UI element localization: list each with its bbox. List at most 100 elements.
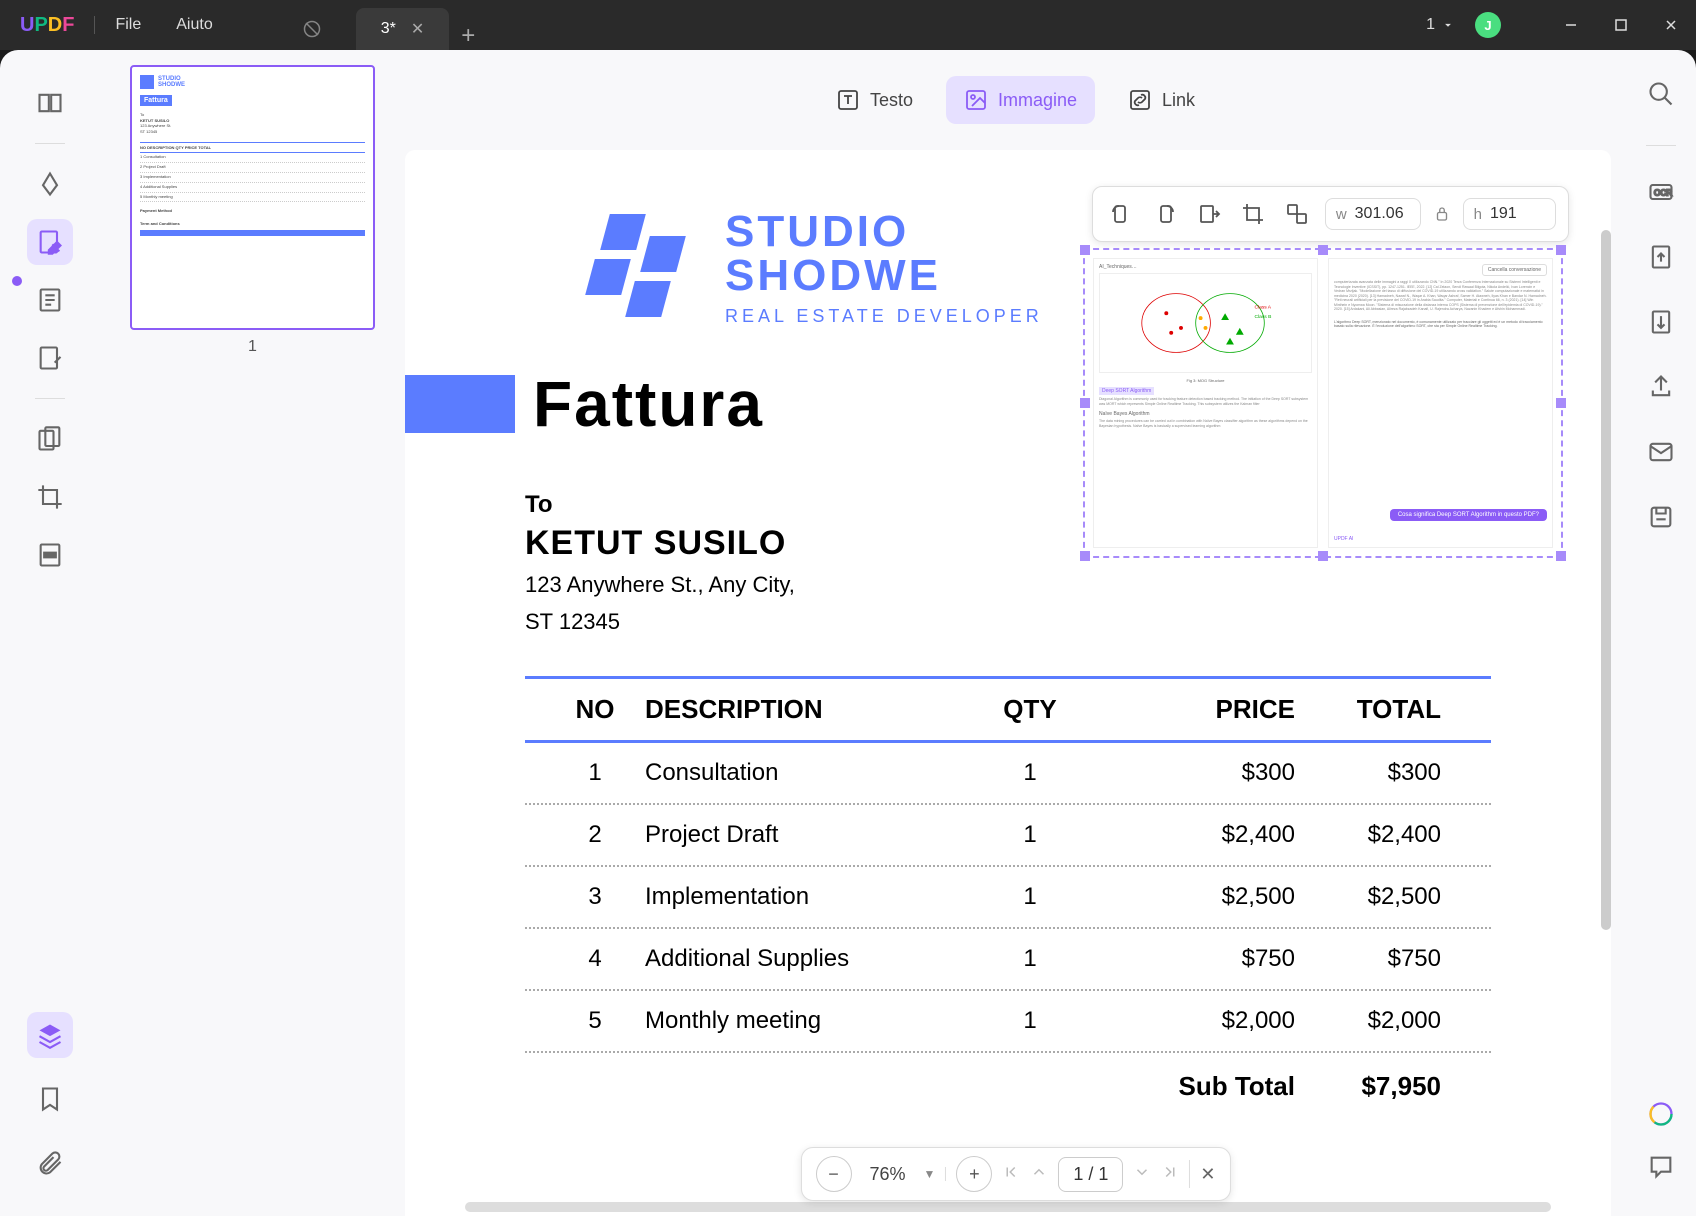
chevron-down-icon [1441,18,1455,32]
invoice-table: NO DESCRIPTION QTY PRICE TOTAL 1Consulta… [525,676,1491,1120]
replace-button[interactable] [1281,198,1313,230]
minimize-button[interactable] [1546,0,1596,50]
crop-image-button[interactable] [1237,198,1269,230]
resize-handle[interactable] [1318,245,1328,255]
compress-icon [1647,308,1675,336]
resize-handle[interactable] [1556,398,1566,408]
edit-page-icon [36,228,64,256]
compress-button[interactable] [1647,308,1675,341]
thumbnail-page[interactable]: STUDIOSHODWE Fattura ToKETUT SUSILO123 A… [130,65,375,330]
pages-tool[interactable] [27,416,73,462]
minimize-icon [1564,18,1578,32]
titlebar-right: 1 J [1426,0,1696,50]
resize-handle[interactable] [1556,551,1566,561]
resize-handle[interactable] [1080,245,1090,255]
form-icon [36,286,64,314]
to-address-1: 123 Anywhere St., Any City, [525,571,795,600]
text-tool[interactable]: Testo [818,76,931,124]
close-button[interactable] [1646,0,1696,50]
col-price: PRICE [1095,694,1295,725]
redact-tool[interactable] [27,532,73,578]
page-dropdown[interactable]: 1 [1426,16,1455,34]
menu-help[interactable]: Aiuto [176,16,212,34]
convert-button[interactable] [1647,243,1675,276]
reader-tool[interactable] [27,80,73,126]
attachment-button[interactable] [27,1140,73,1186]
first-page-button[interactable] [1002,1163,1020,1186]
tab-inactive[interactable] [278,8,356,50]
paperclip-icon [36,1149,64,1177]
image-tool[interactable]: Immagine [946,76,1095,124]
zoom-out-button[interactable]: − [815,1156,851,1192]
rotate-left-icon [1109,202,1133,226]
zoom-in-button[interactable]: + [956,1156,992,1192]
save-icon [1647,503,1675,531]
document-toolbar: Testo Immagine Link [405,50,1626,150]
svg-text:Class A: Class A [1255,304,1272,310]
ai-button[interactable] [1647,1100,1675,1128]
link-tool[interactable]: Link [1110,76,1213,124]
table-row: 1Consultation1$300$300 [525,743,1491,805]
rotate-left-button[interactable] [1105,198,1137,230]
email-button[interactable] [1647,438,1675,471]
edit-tool[interactable] [27,219,73,265]
tab-add-button[interactable]: + [461,22,475,50]
document-area: Testo Immagine Link STUDI [405,50,1626,1216]
zoom-dropdown[interactable]: ▼ [924,1167,947,1181]
title-bar [405,375,515,433]
resize-handle[interactable] [1080,551,1090,561]
horizontal-scrollbar[interactable] [465,1202,1551,1212]
resize-handle[interactable] [1318,551,1328,561]
last-page-icon [1161,1163,1179,1181]
table-row: 2Project Draft1$2,400$2,400 [525,805,1491,867]
ocr-icon: OCR [1647,178,1675,206]
maximize-button[interactable] [1596,0,1646,50]
share-button[interactable] [1647,373,1675,406]
tabs: 3* ✕ + [278,0,476,50]
extract-button[interactable] [1193,198,1225,230]
width-input[interactable]: w 301.06 [1325,198,1421,230]
bookmark-button[interactable] [27,1076,73,1122]
fill-sign-tool[interactable] [27,335,73,381]
resize-handle[interactable] [1556,245,1566,255]
extract-icon [1197,202,1221,226]
layers-button[interactable] [27,1012,73,1058]
lock-ratio-icon[interactable] [1433,205,1451,223]
selected-image[interactable]: AI_Techniques… Class A Class B [1083,248,1563,558]
col-no: NO [545,694,645,725]
left-bottom [27,1012,73,1186]
close-zoom-bar[interactable]: ✕ [1200,1164,1215,1185]
tab-label: 3* [381,20,396,38]
height-input[interactable]: h 191 [1463,198,1556,230]
save-button[interactable] [1647,503,1675,536]
zoom-value: 76% [861,1164,913,1185]
avatar[interactable]: J [1475,12,1501,38]
crop-tool[interactable] [27,474,73,520]
annotate-tool[interactable] [27,161,73,207]
titlebar: UPDF File Aiuto 3* ✕ + 1 J [0,0,1696,50]
thumbnail-page-number: 1 [130,338,375,356]
prev-page-button[interactable] [1030,1163,1048,1186]
rotate-right-button[interactable] [1149,198,1181,230]
menu-file[interactable]: File [115,16,141,34]
subtotal-value: $7,950 [1295,1071,1471,1102]
comment-button[interactable] [1647,1153,1675,1186]
next-page-button[interactable] [1133,1163,1151,1186]
page-input[interactable]: 1 / 1 [1058,1157,1123,1192]
main-area: STUDIOSHODWE Fattura ToKETUT SUSILO123 A… [0,50,1696,1216]
text-icon [836,88,860,112]
ocr-button[interactable]: OCR [1647,178,1675,211]
no-edit-icon [303,20,321,38]
organize-tool[interactable] [27,277,73,323]
search-button[interactable] [1647,80,1675,113]
image-content: AI_Techniques… Class A Class B [1085,250,1561,556]
tab-active[interactable]: 3* ✕ [356,8,450,50]
left-toolbar [0,50,100,1216]
tab-close-icon[interactable]: ✕ [411,19,424,39]
resize-handle[interactable] [1080,398,1090,408]
document-viewport[interactable]: STUDIO SHODWE REAL ESTATE DEVELOPER Fatt… [405,150,1611,1216]
pages-icon [36,425,64,453]
maximize-icon [1615,19,1627,31]
col-total: TOTAL [1295,694,1471,725]
last-page-button[interactable] [1161,1163,1179,1186]
